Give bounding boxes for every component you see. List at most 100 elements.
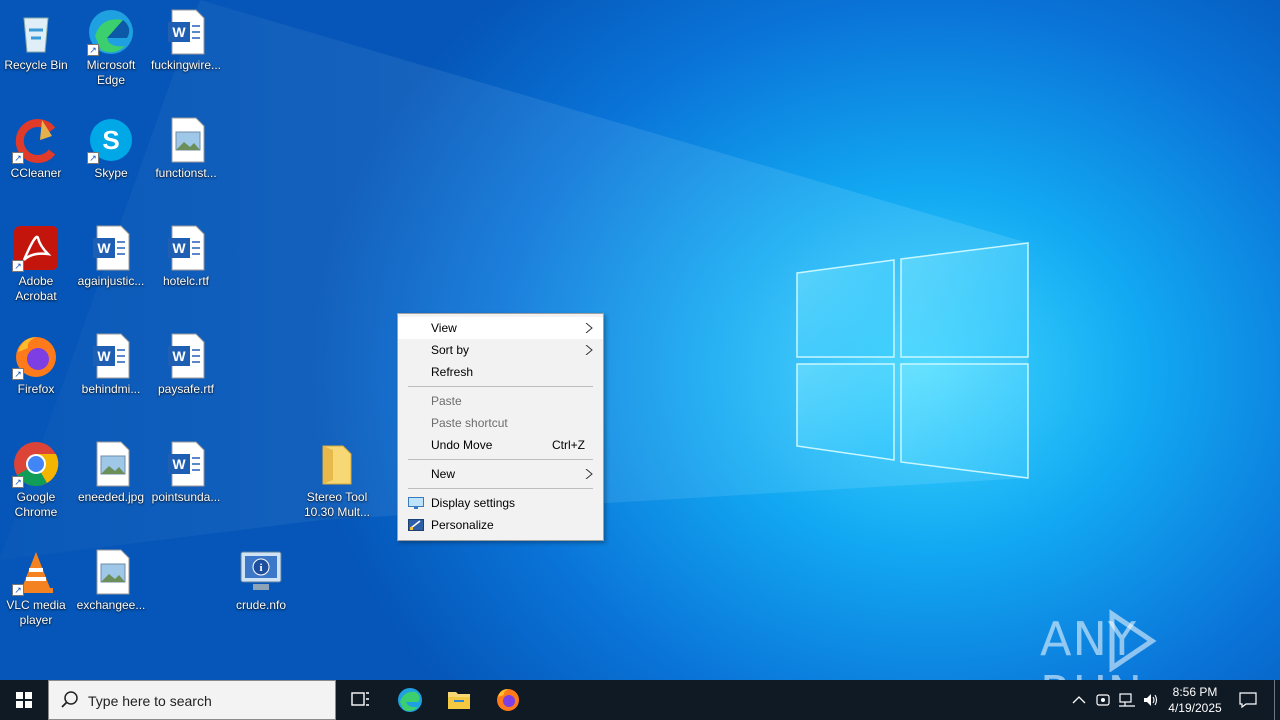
taskbar-file-explorer-button[interactable] <box>435 680 483 720</box>
shortcut-arrow-icon: ↗ <box>12 584 24 596</box>
menu-item-refresh[interactable]: Refresh <box>398 361 603 383</box>
svg-text:W: W <box>172 24 186 40</box>
desktop-icon-ccleaner[interactable]: ↗ CCleaner <box>0 116 74 181</box>
image-file-icon <box>87 440 135 488</box>
desktop-icon-label: Firefox <box>17 382 55 396</box>
taskbar-firefox-button[interactable] <box>484 680 532 720</box>
menu-item-label: Sort by <box>431 343 470 357</box>
desktop-icon-label: behindmi... <box>81 382 141 396</box>
desktop-icon-google-chrome[interactable]: ↗ Google Chrome <box>0 440 74 520</box>
desktop-icon-doc[interactable]: W fuckingwire... <box>148 8 224 73</box>
svg-text:W: W <box>172 456 186 472</box>
menu-item-label: Personalize <box>431 518 494 532</box>
task-view-icon <box>351 692 369 706</box>
desktop-icon-microsoft-edge[interactable]: ↗ Microsoft Edge <box>73 8 149 88</box>
word-document-icon: W <box>162 8 210 56</box>
meet-now-icon[interactable] <box>1094 692 1112 708</box>
menu-item-display-settings[interactable]: Display settings <box>398 492 603 514</box>
shortcut-arrow-icon: ↗ <box>12 368 24 380</box>
start-button[interactable] <box>0 680 48 720</box>
svg-text:W: W <box>97 240 111 256</box>
word-document-icon: W <box>87 224 135 272</box>
menu-item-label: Refresh <box>431 365 474 379</box>
desktop-icon-label: crude.nfo <box>235 598 287 612</box>
desktop-icon-label: paysafe.rtf <box>157 382 215 396</box>
watermark-text: ANY RUN <box>1040 612 1142 680</box>
word-document-icon: W <box>162 440 210 488</box>
personalize-icon <box>408 519 424 531</box>
menu-item-label: Undo Move <box>431 438 493 452</box>
svg-text:W: W <box>172 348 186 364</box>
taskbar-search-box[interactable]: Type here to search <box>48 680 336 720</box>
desktop-icon-recycle-bin[interactable]: Recycle Bin <box>0 8 74 73</box>
desktop-icon-doc[interactable]: W behindmi... <box>73 332 149 397</box>
taskbar-edge-button[interactable] <box>386 680 434 720</box>
svg-text:i: i <box>259 562 262 574</box>
desktop-context-menu: View Sort by Refresh Paste Paste shortcu… <box>397 313 604 541</box>
menu-item-new[interactable]: New <box>398 463 603 485</box>
edge-icon: ↗ <box>87 8 135 56</box>
desktop-icon-doc[interactable]: W againjustic... <box>73 224 149 289</box>
menu-item-paste[interactable]: Paste <box>398 390 603 412</box>
desktop-icon-doc[interactable]: W pointsunda... <box>148 440 224 505</box>
menu-item-paste-shortcut[interactable]: Paste shortcut <box>398 412 603 434</box>
shortcut-arrow-icon: ↗ <box>87 44 99 56</box>
desktop-icon-label: Recycle Bin <box>4 58 68 72</box>
image-file-icon <box>87 548 135 596</box>
chevron-up-icon[interactable] <box>1070 692 1088 708</box>
svg-text:S: S <box>102 125 119 155</box>
desktop-icon-doc[interactable]: W paysafe.rtf <box>148 332 224 397</box>
shortcut-arrow-icon: ↗ <box>87 152 99 164</box>
menu-item-label: View <box>431 321 457 335</box>
skype-icon: S ↗ <box>87 116 135 164</box>
menu-item-personalize[interactable]: Personalize <box>398 514 603 536</box>
desktop-icon-label: againjustic... <box>77 274 145 288</box>
anyrun-watermark: ANY RUN <box>1040 608 1240 680</box>
desktop-icon-label: VLC media player <box>6 598 66 627</box>
desktop-icon-label: exchangee... <box>76 598 146 612</box>
firefox-icon <box>497 689 519 711</box>
ccleaner-icon: ↗ <box>12 116 60 164</box>
shortcut-arrow-icon: ↗ <box>12 260 24 272</box>
show-desktop-button[interactable] <box>1274 680 1275 720</box>
menu-item-sort-by[interactable]: Sort by <box>398 339 603 361</box>
desktop-icon-label: Stereo Tool 10.30 Mult... <box>303 490 371 519</box>
network-icon[interactable] <box>1118 692 1136 708</box>
menu-item-undo-move[interactable]: Undo Move Ctrl+Z <box>398 434 603 456</box>
desktop[interactable]: Recycle Bin ↗ Microsoft Edge W fuckingwi… <box>0 0 1280 680</box>
windows-logo-icon <box>16 692 32 708</box>
svg-text:W: W <box>172 240 186 256</box>
taskbar-clock[interactable]: 8:56 PM 4/19/2025 <box>1162 684 1228 716</box>
desktop-icon-skype[interactable]: S ↗ Skype <box>73 116 149 181</box>
menu-item-shortcut: Ctrl+Z <box>552 438 585 452</box>
recycle-bin-icon <box>12 8 60 56</box>
desktop-icon-adobe-acrobat[interactable]: ↗ Adobe Acrobat <box>0 224 74 304</box>
desktop-icon-vlc[interactable]: ↗ VLC media player <box>0 548 74 628</box>
desktop-icon-label: eneeded.jpg <box>77 490 145 504</box>
desktop-icon-label: functionst... <box>155 166 217 180</box>
desktop-icon-image[interactable]: eneeded.jpg <box>73 440 149 505</box>
desktop-icon-image[interactable]: exchangee... <box>73 548 149 613</box>
volume-icon[interactable] <box>1142 692 1160 708</box>
word-document-icon: W <box>87 332 135 380</box>
system-info-icon: i <box>237 548 285 596</box>
notification-center-icon[interactable] <box>1238 691 1258 709</box>
word-document-icon: W <box>162 224 210 272</box>
edge-icon <box>398 688 422 712</box>
task-view-button[interactable] <box>336 680 384 720</box>
menu-item-label: Paste shortcut <box>431 416 508 430</box>
search-icon <box>61 691 78 708</box>
chrome-icon: ↗ <box>12 440 60 488</box>
chevron-right-icon <box>585 345 593 355</box>
desktop-icon-image[interactable]: functionst... <box>148 116 224 181</box>
menu-item-view[interactable]: View <box>398 317 603 339</box>
chevron-right-icon <box>585 469 593 479</box>
desktop-icon-label: Microsoft Edge <box>86 58 136 87</box>
menu-item-label: Paste <box>431 394 462 408</box>
desktop-icon-doc[interactable]: W hotelc.rtf <box>148 224 224 289</box>
desktop-icon-firefox[interactable]: ↗ Firefox <box>0 332 74 397</box>
desktop-icon-nfo[interactable]: i crude.nfo <box>223 548 299 613</box>
desktop-icon-folder[interactable]: Stereo Tool 10.30 Mult... <box>299 440 375 520</box>
chevron-right-icon <box>585 323 593 333</box>
shortcut-arrow-icon: ↗ <box>12 476 24 488</box>
